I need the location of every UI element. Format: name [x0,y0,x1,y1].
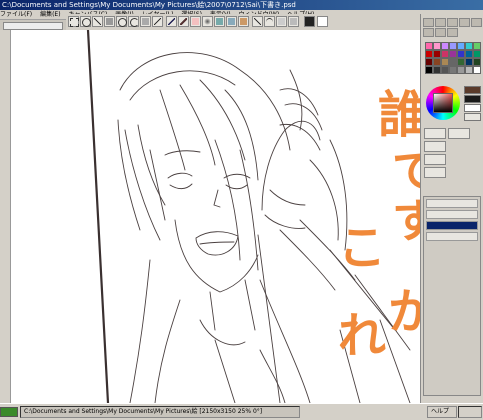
color-swatch-palette [425,42,481,76]
lasso-tool-button[interactable] [80,16,91,27]
layer-opacity-slider[interactable] [426,210,478,219]
layer-row[interactable] [426,232,478,241]
palette-swatch[interactable] [457,50,465,58]
color-wheel-tab[interactable] [423,18,434,27]
color-wheel[interactable] [426,86,460,120]
document-tab[interactable]: C:\Documents and Settings\My Documents\M… [20,406,300,418]
eyedropper-button[interactable] [152,16,163,27]
palette-swatch[interactable] [465,58,473,66]
palette-swatch[interactable] [449,66,457,74]
navigator-tab[interactable] [435,28,446,37]
swatch-white[interactable] [464,104,481,112]
hsv-slider-tab[interactable] [447,18,458,27]
move-tool-button[interactable] [104,16,115,27]
palette-swatch[interactable] [449,42,457,50]
rgb-slider-tab[interactable] [435,18,446,27]
palette-swatch[interactable] [425,50,433,58]
annotation-char-1: 誰 [378,86,420,144]
help-button[interactable]: ヘルプ [427,406,457,418]
layer-mode-select[interactable] [426,199,478,208]
rotate-tool-button[interactable] [128,16,139,27]
swatch-black[interactable] [464,95,481,103]
annotation-char-2: で [392,144,420,198]
layer-row-selected[interactable] [426,221,478,230]
hand-tool-button[interactable] [140,16,151,27]
airbrush-tool-button[interactable] [202,16,213,27]
palette-swatch[interactable] [449,58,457,66]
drawing-canvas[interactable]: 誰 で す か こ れ [0,30,420,403]
palette-swatch[interactable] [465,66,473,74]
foreground-color-icon[interactable] [304,16,315,27]
left-tool-strip [0,30,11,403]
palette-swatch[interactable] [441,42,449,50]
brush-size-field[interactable] [424,141,446,152]
rotate-view-button[interactable] [288,16,299,27]
palette-swatch[interactable] [449,50,457,58]
swatch-tab[interactable] [471,18,482,27]
color-panel-tabs [423,18,482,38]
swatch-brown[interactable] [464,86,481,94]
palette-swatch[interactable] [433,50,441,58]
flip-button[interactable] [276,16,287,27]
palette-swatch[interactable] [441,50,449,58]
main-toolbar [66,14,420,31]
palette-swatch[interactable] [457,66,465,74]
layer-tab[interactable] [447,28,458,37]
start-button[interactable] [0,407,18,417]
color-option-button[interactable] [424,128,446,139]
palette-swatch[interactable] [473,50,481,58]
palette-swatch[interactable] [433,42,441,50]
menu-file[interactable]: ファイル(F) [0,11,32,18]
window-title-bar: C:\Documents and Settings\My Documents\M… [0,0,483,10]
palette-swatch[interactable] [441,58,449,66]
brush-shape-field[interactable] [424,167,446,178]
magic-wand-button[interactable] [92,16,103,27]
current-color-swatches [464,86,481,124]
color-square[interactable] [433,93,453,113]
annotation-char-4: か [388,284,420,340]
bucket-tool-button[interactable] [238,16,249,27]
palette-swatch[interactable] [441,66,449,74]
status-bar: C:\Documents and Settings\My Documents\M… [0,403,483,420]
pen-tool-button[interactable] [166,16,177,27]
palette-swatch[interactable] [473,66,481,74]
palette-swatch[interactable] [433,58,441,66]
swatch-transparent[interactable] [464,113,481,121]
palette-swatch[interactable] [433,66,441,74]
curve-tool-button[interactable] [264,16,275,27]
palette-swatch[interactable] [425,66,433,74]
select-tool-button[interactable] [68,16,79,27]
window-title: C:\Documents and Settings\My Documents\M… [2,1,296,9]
background-color-icon[interactable] [317,16,328,27]
zoom-field[interactable] [3,22,63,30]
color-option-button-2[interactable] [448,128,470,139]
eraser-tool-button[interactable] [190,16,201,27]
annotation-char-5: こ [338,220,387,276]
palette-swatch[interactable] [465,50,473,58]
palette-swatch[interactable] [465,42,473,50]
brush-density-field[interactable] [424,154,446,165]
palette-swatch[interactable] [473,58,481,66]
palette-swatch[interactable] [425,58,433,66]
annotation-char-6: れ [338,308,387,364]
palette-swatch[interactable] [457,58,465,66]
watercolor-tool-button[interactable] [226,16,237,27]
palette-swatch[interactable] [425,42,433,50]
stroke-line-button[interactable] [252,16,263,27]
zoom-tool-button[interactable] [116,16,127,27]
annotation-char-3: す [392,194,420,248]
brush-tool-button[interactable] [178,16,189,27]
mixer-tab[interactable] [459,18,470,27]
palette-swatch[interactable] [457,42,465,50]
marker-tool-button[interactable] [214,16,225,27]
scratchpad-tab[interactable] [423,28,434,37]
palette-swatch[interactable] [473,42,481,50]
layer-panel [423,196,481,396]
system-tray [458,406,482,418]
menu-edit[interactable]: 編集(E) [40,11,60,18]
